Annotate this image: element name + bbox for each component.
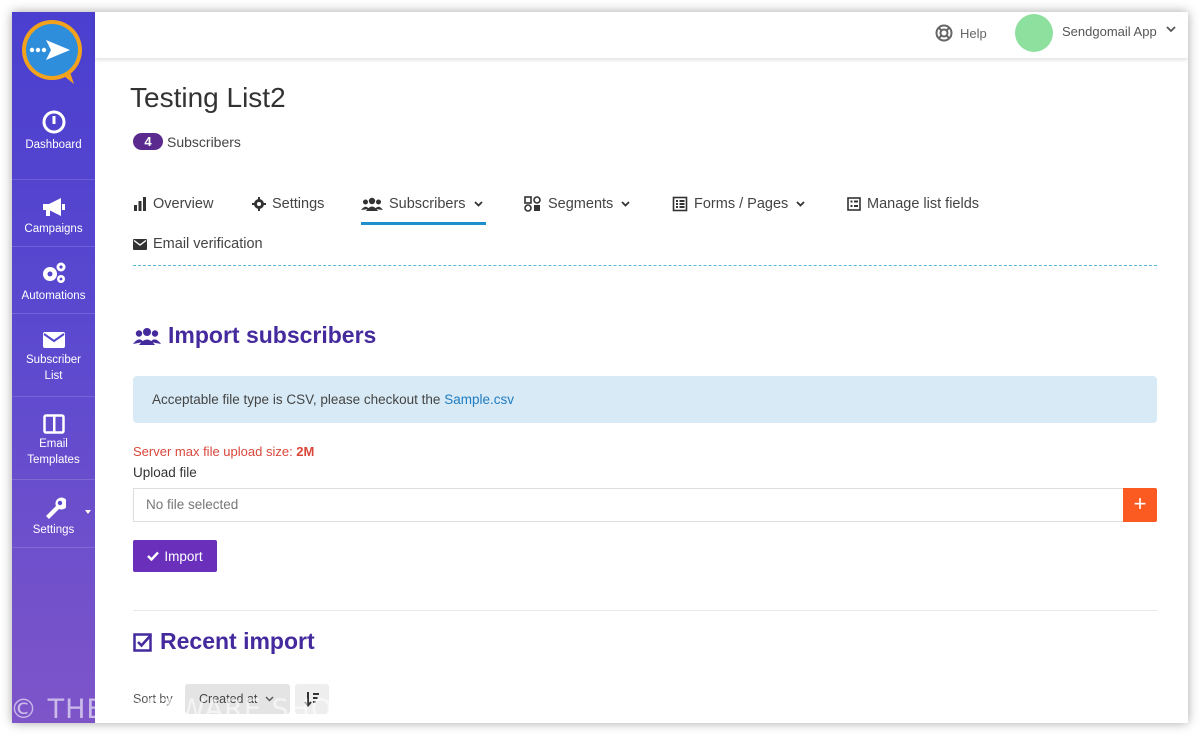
sidebar-item-settings[interactable]: Settings	[12, 480, 95, 548]
sample-csv-link[interactable]: Sample.csv	[444, 392, 514, 407]
main-content: Testing List2 4 Subscribers Overview Set…	[130, 58, 1157, 723]
recent-import-title: Recent import	[133, 628, 315, 655]
active-tab-indicator	[361, 222, 486, 225]
tab-settings[interactable]: Settings	[252, 193, 324, 215]
lifebuoy-icon	[935, 24, 953, 42]
user-name[interactable]: Sendgomail App	[1062, 24, 1157, 39]
list-fields-icon	[847, 197, 861, 211]
sidebar-item-dashboard[interactable]: Dashboard	[12, 110, 95, 180]
chevron-down-icon[interactable]	[1166, 26, 1176, 33]
sidebar-item-label: Dashboard	[25, 139, 82, 151]
section-title-text: Import subscribers	[168, 322, 377, 348]
sidebar-item-campaigns[interactable]: Campaigns	[12, 180, 95, 247]
sidebar-item-label: List	[44, 370, 63, 382]
section-title-text: Recent import	[160, 628, 315, 654]
sidebar-item-label: Settings	[32, 524, 75, 536]
sidebar-item-automations[interactable]: Automations	[12, 247, 95, 314]
avatar[interactable]	[1015, 14, 1053, 52]
file-upload-input[interactable]: No file selected	[133, 488, 1123, 522]
subscriber-count: 4 Subscribers	[133, 133, 241, 150]
help-link[interactable]: Help	[935, 24, 987, 42]
envelope-icon	[133, 238, 147, 250]
chevron-down-icon	[621, 201, 630, 207]
bar-chart-icon	[134, 197, 146, 211]
tab-overview[interactable]: Overview	[133, 193, 213, 215]
checkbox-icon	[133, 632, 152, 652]
form-icon	[672, 196, 688, 212]
sidebar-item-subscriber-list[interactable]: Subscriber List	[12, 314, 95, 397]
megaphone-icon	[42, 198, 65, 216]
envelope-icon	[42, 332, 65, 348]
max-size-value: 2M	[296, 444, 315, 459]
gear-icon	[252, 197, 266, 211]
file-type-info: Acceptable file type is CSV, please chec…	[133, 376, 1157, 423]
tabs-divider	[133, 265, 1157, 266]
tab-subscribers[interactable]: Subscribers	[361, 193, 483, 215]
tab-label: Forms / Pages	[694, 196, 789, 212]
sidebar-item-label: Templates	[27, 454, 80, 466]
app-logo[interactable]	[20, 18, 86, 86]
segments-icon	[524, 196, 541, 212]
section-divider	[133, 610, 1157, 611]
sidebar-item-label: Campaigns	[24, 223, 83, 235]
columns-icon	[42, 414, 65, 434]
max-upload-size: Server max file upload size: 2M	[133, 444, 314, 459]
tab-forms-pages[interactable]: Forms / Pages	[672, 193, 805, 215]
chevron-down-icon	[796, 201, 805, 207]
sidebar-item-label: Subscriber	[26, 354, 81, 366]
check-icon	[147, 551, 160, 561]
add-file-button[interactable]: +	[1123, 488, 1157, 522]
top-bar: Help Sendgomail App	[95, 12, 1188, 58]
watermark: © THESOFTWARE.SHOP	[10, 694, 351, 725]
sidebar-item-label: Automations	[21, 290, 86, 302]
gauge-icon	[42, 110, 65, 134]
info-text: Acceptable file type is CSV, please chec…	[152, 392, 445, 407]
tab-manage-list-fields[interactable]: Manage list fields	[847, 193, 979, 215]
app-window: Dashboard Campaigns Automations Subscrib…	[12, 12, 1188, 723]
tab-label: Subscribers	[389, 196, 466, 212]
import-button-label: Import	[164, 548, 203, 564]
tab-segments[interactable]: Segments	[524, 193, 630, 215]
sidebar-item-email-templates[interactable]: Email Templates	[12, 397, 95, 480]
max-size-label: Server max file upload size:	[133, 444, 297, 459]
tab-email-verification[interactable]: Email verification	[133, 233, 263, 255]
chevron-down-icon	[85, 510, 91, 514]
subscriber-count-label: Subscribers	[167, 133, 241, 150]
count-badge: 4	[133, 133, 163, 150]
import-button[interactable]: Import	[133, 540, 217, 572]
gears-icon	[42, 262, 65, 283]
tab-label: Email verification	[153, 236, 263, 252]
chevron-down-icon	[473, 201, 483, 207]
users-icon	[361, 197, 383, 211]
help-label: Help	[960, 25, 987, 41]
tab-label: Manage list fields	[867, 196, 980, 212]
tab-label: Overview	[153, 196, 214, 212]
upload-file-label: Upload file	[133, 465, 197, 480]
tab-label: Segments	[548, 196, 614, 212]
users-icon	[133, 327, 161, 345]
sidebar: Dashboard Campaigns Automations Subscrib…	[12, 12, 95, 723]
sidebar-item-label: Email	[39, 438, 68, 450]
page-title: Testing List2	[130, 82, 286, 113]
import-section-title: Import subscribers	[133, 322, 376, 349]
tab-label: Settings	[272, 196, 325, 212]
wrench-icon	[45, 497, 66, 519]
